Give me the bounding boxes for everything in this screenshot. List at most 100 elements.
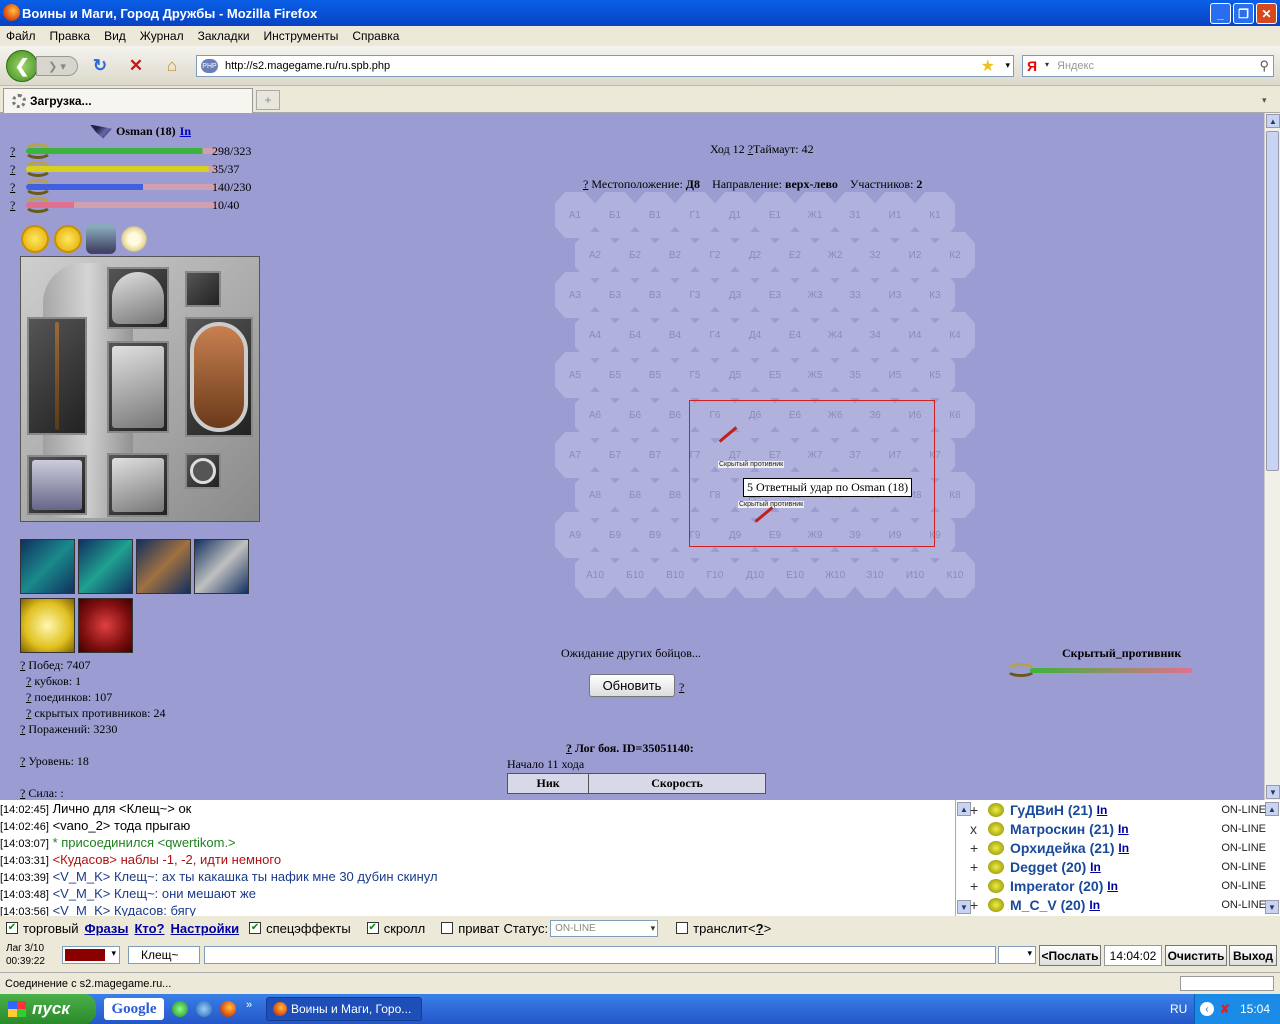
translit-checkbox[interactable] — [676, 922, 689, 934]
hex-cell[interactable]: Г4 — [695, 312, 735, 358]
hex-cell[interactable]: Д3 — [715, 272, 755, 318]
search-icon[interactable]: ⚲ — [1259, 58, 1269, 74]
hex-cell[interactable]: Г5 — [675, 352, 715, 398]
user-info-link[interactable]: In — [1118, 822, 1129, 836]
user-info-link[interactable]: In — [1118, 841, 1129, 855]
user-name[interactable]: ГуДВиН (21) — [1010, 802, 1093, 818]
hex-cell[interactable]: Б6 — [615, 392, 655, 438]
hex-cell[interactable]: Г2 — [695, 232, 735, 278]
scroll-down-icon[interactable]: ▼ — [957, 900, 971, 914]
scroll-up-icon[interactable]: ▲ — [1266, 114, 1280, 128]
user-row[interactable]: + Орхидейка (21) In ON-LINE — [970, 838, 1266, 857]
hex-cell[interactable]: А7 — [555, 432, 595, 478]
search-engine-dropdown-icon[interactable]: ▾ — [1045, 60, 1049, 69]
help-link[interactable]: ? — [20, 754, 25, 768]
hex-cell[interactable]: К2 — [935, 232, 975, 278]
item-armor-card[interactable] — [78, 539, 133, 594]
trade-checkbox[interactable]: ✔ — [6, 922, 18, 934]
hex-cell[interactable]: К8 — [935, 472, 975, 518]
chat-text[interactable]: <V_M_K> Клещ~: они мешают же — [53, 886, 256, 901]
help-link[interactable]: ? — [10, 162, 22, 177]
hex-cell[interactable]: К6 — [935, 392, 975, 438]
hex-cell[interactable]: З3 — [835, 272, 875, 318]
hex-cell[interactable]: Д5 — [715, 352, 755, 398]
hex-cell[interactable]: Е1 — [755, 192, 795, 238]
who-link[interactable]: Кто? — [134, 921, 164, 936]
new-tab-button[interactable]: + — [256, 90, 280, 110]
scroll-thumb[interactable] — [1266, 131, 1279, 471]
hex-cell[interactable]: Б3 — [595, 272, 635, 318]
boots-slot[interactable] — [107, 453, 169, 517]
clear-button[interactable]: Очистить — [1165, 945, 1227, 966]
menu-view[interactable]: Вид — [104, 29, 126, 43]
search-bar[interactable]: Я ▾ Яндекс ⚲ — [1022, 55, 1274, 77]
hex-cell[interactable]: Ж3 — [795, 272, 835, 318]
user-info-link[interactable]: In — [1089, 898, 1100, 912]
hex-cell[interactable]: И10 — [895, 552, 935, 598]
buff-sun-icon[interactable] — [54, 225, 82, 253]
minimize-button[interactable]: _ — [1210, 3, 1231, 24]
menu-edit[interactable]: Правка — [50, 29, 91, 43]
user-row[interactable]: + ГуДВиН (21) In ON-LINE — [970, 800, 1266, 819]
menu-tools[interactable]: Инструменты — [264, 29, 339, 43]
hex-cell[interactable]: В5 — [635, 352, 675, 398]
scroll-down-icon[interactable]: ▼ — [1265, 900, 1279, 914]
user-name[interactable]: Degget (20) — [1010, 859, 1086, 875]
chat-text[interactable]: Лично для <Клещ~> ок — [53, 801, 192, 816]
user-row[interactable]: + M_C_V (20) In ON-LINE — [970, 895, 1266, 914]
maximize-button[interactable]: ❐ — [1233, 3, 1254, 24]
quicklaunch-icon[interactable] — [172, 1001, 188, 1017]
refresh-button[interactable]: Обновить — [589, 674, 675, 697]
quicklaunch-more-icon[interactable]: » — [246, 999, 252, 1011]
help-link[interactable]: ? — [679, 680, 684, 695]
taskbar-firefox-task[interactable]: Воины и Маги, Горо... — [266, 997, 422, 1021]
hex-cell[interactable]: А9 — [555, 512, 595, 558]
hex-cell[interactable]: Г10 — [695, 552, 735, 598]
menu-history[interactable]: Журнал — [140, 29, 184, 43]
hex-cell[interactable]: В10 — [655, 552, 695, 598]
hex-cell[interactable]: Г1 — [675, 192, 715, 238]
reload-icon[interactable]: ↻ — [90, 56, 110, 76]
back-button[interactable]: ❮ — [6, 50, 38, 82]
hex-cell[interactable]: Б9 — [595, 512, 635, 558]
item-rage-card[interactable] — [78, 598, 133, 653]
tab-list-dropdown-icon[interactable]: ▾ — [1262, 90, 1276, 110]
menu-help[interactable]: Справка — [352, 29, 399, 43]
hex-cell[interactable]: И1 — [875, 192, 915, 238]
firefox-icon[interactable] — [220, 1001, 236, 1017]
hex-cell[interactable]: Д4 — [735, 312, 775, 358]
hex-cell[interactable]: А3 — [555, 272, 595, 318]
hex-cell[interactable]: И5 — [875, 352, 915, 398]
item-target-card[interactable] — [194, 539, 249, 594]
hex-cell[interactable]: Б2 — [615, 232, 655, 278]
hex-cell[interactable]: В7 — [635, 432, 675, 478]
hex-cell[interactable]: Г3 — [675, 272, 715, 318]
user-mark[interactable]: + — [970, 897, 988, 913]
hex-cell[interactable]: З5 — [835, 352, 875, 398]
url-bar[interactable]: PHP http://s2.magegame.ru/ru.spb.php ★ ▾ — [196, 55, 1014, 77]
forward-button[interactable]: ❯ ▾ — [36, 56, 78, 76]
hex-cell[interactable]: А8 — [575, 472, 615, 518]
hex-cell[interactable]: Д2 — [735, 232, 775, 278]
send-button[interactable]: <Послать — [1039, 945, 1101, 966]
amulet-slot[interactable] — [185, 271, 221, 307]
hex-cell[interactable]: З2 — [855, 232, 895, 278]
menu-file[interactable]: Файл — [6, 29, 36, 43]
scroll-checkbox[interactable]: ✔ — [366, 922, 379, 934]
hex-cell[interactable]: Ж1 — [795, 192, 835, 238]
chat-text[interactable]: * присоединился <qwertikom.> — [53, 835, 236, 850]
help-link[interactable]: ? — [26, 690, 31, 704]
stop-icon[interactable]: ✕ — [126, 56, 146, 76]
hex-cell[interactable]: З10 — [855, 552, 895, 598]
user-name[interactable]: Орхидейка (21) — [1010, 840, 1115, 856]
hex-cell[interactable]: Е10 — [775, 552, 815, 598]
hex-cell[interactable]: А6 — [575, 392, 615, 438]
chat-text[interactable]: <vano_2> тода прыгаю — [53, 818, 191, 833]
help-link[interactable]: ? — [20, 658, 25, 672]
color-select[interactable]: ▾ — [62, 946, 120, 964]
exit-button[interactable]: Выход — [1229, 945, 1277, 966]
settings-link[interactable]: Настройки — [170, 921, 239, 936]
hex-cell[interactable]: Е2 — [775, 232, 815, 278]
user-name[interactable]: Матроскин (21) — [1010, 821, 1114, 837]
hex-cell[interactable]: Ж4 — [815, 312, 855, 358]
